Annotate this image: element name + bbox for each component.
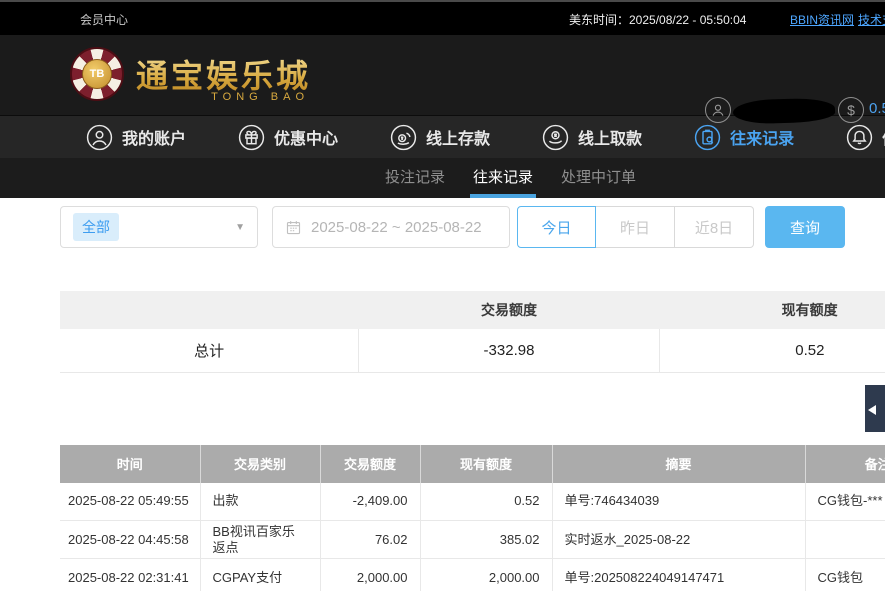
chevron-down-icon: ▼ bbox=[235, 222, 245, 233]
tech-support-link[interactable]: 技术支持 bbox=[858, 11, 885, 28]
calendar-icon bbox=[285, 219, 302, 236]
cell-type: 出款 bbox=[200, 483, 320, 521]
nav-label: 我的账户 bbox=[122, 125, 186, 149]
records-subnav: 投注记录 往来记录 处理中订单 bbox=[0, 158, 885, 198]
user-icon bbox=[86, 124, 113, 151]
user-avatar-icon bbox=[705, 97, 731, 123]
summary-header-row: 交易额度 现有额度 bbox=[60, 291, 885, 329]
bbin-news-link[interactable]: BBIN资讯网 bbox=[790, 11, 854, 28]
nav-transaction-records[interactable]: 往来记录 bbox=[694, 124, 794, 151]
nav-promotions[interactable]: 优惠中心 bbox=[238, 124, 338, 151]
cell-note: CG钱包 bbox=[805, 559, 885, 591]
deposit-icon bbox=[390, 124, 417, 151]
withdraw-icon bbox=[542, 124, 569, 151]
nav-label: 线上存款 bbox=[426, 125, 490, 149]
col-header-balance: 现有额度 bbox=[420, 445, 552, 483]
today-button[interactable]: 今日 bbox=[517, 206, 596, 248]
us-eastern-time: 美东时间：2025/08/22 - 05:50:04 bbox=[569, 11, 746, 28]
summary-header-current-amount: 现有额度 bbox=[659, 291, 885, 329]
total-trade-amount: -332.98 bbox=[359, 329, 660, 372]
collapse-side-panel-button[interactable] bbox=[865, 385, 885, 432]
nav-label: 优惠中心 bbox=[274, 125, 338, 149]
arrow-left-icon bbox=[868, 405, 876, 415]
poker-chip-logo-icon: TB bbox=[70, 47, 124, 101]
cell-amount: -2,409.00 bbox=[320, 483, 420, 521]
cell-balance: 0.52 bbox=[420, 483, 552, 521]
summary-total-row: 总计 -332.98 0.52 bbox=[60, 329, 885, 372]
yesterday-button[interactable]: 昨日 bbox=[596, 206, 675, 248]
bell-icon bbox=[846, 124, 873, 151]
chip-initials: TB bbox=[82, 59, 112, 89]
nav-message-center[interactable]: 信息中心 bbox=[846, 124, 885, 151]
date-range-input[interactable]: 2025-08-22 ~ 2025-08-22 bbox=[272, 206, 510, 248]
nav-online-withdrawal[interactable]: 线上取款 bbox=[542, 124, 642, 151]
quick-range-group: 今日 昨日 近8日 bbox=[517, 206, 754, 248]
total-current-amount: 0.52 bbox=[659, 329, 885, 372]
col-header-note: 备注 bbox=[805, 445, 885, 483]
cell-balance: 2,000.00 bbox=[420, 559, 552, 591]
nav-my-account[interactable]: 我的账户 bbox=[86, 124, 186, 151]
date-range-value: 2025-08-22 ~ 2025-08-22 bbox=[311, 219, 482, 236]
cell-amount: 76.02 bbox=[320, 521, 420, 559]
account-balance[interactable]: 0.52 bbox=[869, 100, 885, 117]
nav-label: 线上取款 bbox=[578, 125, 642, 149]
cell-summary: 单号:746434039 bbox=[552, 483, 805, 521]
cell-type: BB视讯百家乐返点 bbox=[200, 521, 320, 559]
tab-betting-records[interactable]: 投注记录 bbox=[385, 158, 445, 198]
site-logo[interactable]: TB 通宝娱乐城 TONG BAO bbox=[70, 47, 311, 101]
search-button[interactable]: 查询 bbox=[765, 206, 845, 248]
table-row: 2025-08-22 05:49:55 出款 -2,409.00 0.52 单号… bbox=[60, 483, 885, 521]
cell-note: CG钱包-*** bbox=[805, 483, 885, 521]
records-header-row: 时间 交易类别 交易额度 现有额度 摘要 备注 bbox=[60, 445, 885, 483]
total-label: 总计 bbox=[60, 329, 359, 372]
brand-header: TB 通宝娱乐城 TONG BAO $ 0.52 bbox=[0, 35, 885, 115]
records-icon bbox=[694, 124, 721, 151]
nav-label: 往来记录 bbox=[730, 125, 794, 149]
member-center-link[interactable]: 会员中心 bbox=[80, 11, 128, 28]
brand-text: 通宝娱乐城 TONG BAO bbox=[136, 51, 311, 97]
nav-online-deposit[interactable]: 线上存款 bbox=[390, 124, 490, 151]
dollar-balance-icon: $ bbox=[838, 97, 864, 123]
top-utility-bar: 会员中心 美东时间：2025/08/22 - 05:50:04 BBIN资讯网 … bbox=[0, 0, 885, 35]
col-header-summary: 摘要 bbox=[552, 445, 805, 483]
cell-balance: 385.02 bbox=[420, 521, 552, 559]
table-row: 2025-08-22 04:45:58 BB视讯百家乐返点 76.02 385.… bbox=[60, 521, 885, 559]
cell-time: 2025-08-22 04:45:58 bbox=[60, 521, 200, 559]
summary-table: 交易额度 现有额度 总计 -332.98 0.52 bbox=[60, 291, 885, 373]
tab-transaction-records[interactable]: 往来记录 bbox=[473, 158, 533, 198]
col-header-time: 时间 bbox=[60, 445, 200, 483]
category-select[interactable]: 全部 ▼ bbox=[60, 206, 258, 248]
brand-name-en: TONG BAO bbox=[211, 91, 309, 103]
tab-pending-orders[interactable]: 处理中订单 bbox=[561, 158, 636, 198]
cell-note bbox=[805, 521, 885, 559]
records-table: 时间 交易类别 交易额度 现有额度 摘要 备注 2025-08-22 05:49… bbox=[60, 445, 885, 591]
last-8-days-button[interactable]: 近8日 bbox=[675, 206, 754, 248]
summary-header-blank bbox=[60, 291, 359, 329]
cell-summary: 实时返水_2025-08-22 bbox=[552, 521, 805, 559]
cell-time: 2025-08-22 05:49:55 bbox=[60, 483, 200, 521]
filter-bar: 全部 ▼ 2025-08-22 ~ 2025-08-22 今日 昨日 近8日 查… bbox=[0, 206, 885, 248]
col-header-type: 交易类别 bbox=[200, 445, 320, 483]
table-row: 2025-08-22 02:31:41 CGPAY支付 2,000.00 2,0… bbox=[60, 559, 885, 591]
col-header-amount: 交易额度 bbox=[320, 445, 420, 483]
cell-amount: 2,000.00 bbox=[320, 559, 420, 591]
selected-category-chip: 全部 bbox=[73, 213, 119, 241]
cell-type: CGPAY支付 bbox=[200, 559, 320, 591]
cell-summary: 单号:202508224049147471 bbox=[552, 559, 805, 591]
summary-header-trade-amount: 交易额度 bbox=[359, 291, 660, 329]
dollar-sign: $ bbox=[847, 102, 855, 118]
cell-time: 2025-08-22 02:31:41 bbox=[60, 559, 200, 591]
gift-icon bbox=[238, 124, 265, 151]
